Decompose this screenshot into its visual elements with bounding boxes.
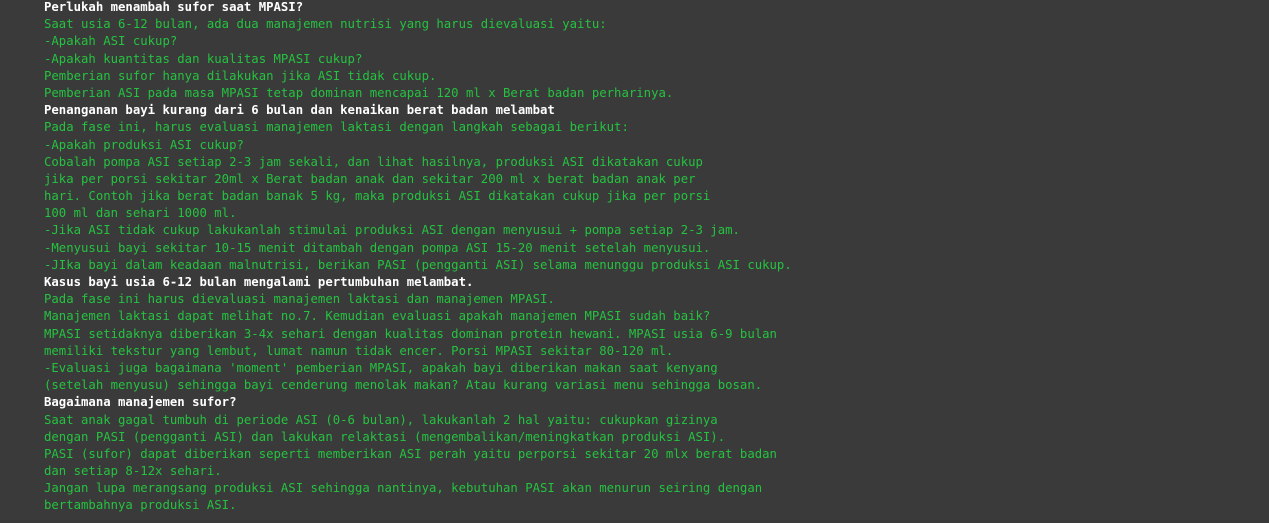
output-line: -Apakah ASI cukup?: [44, 34, 178, 49]
output-line: bertambahnya produksi ASI.: [44, 498, 237, 513]
output-line: -JIka bayi dalam keadaan malnutrisi, ber…: [44, 257, 792, 272]
output-line: MPASI setidaknya diberikan 3-4x sehari d…: [44, 326, 777, 341]
output-line: Jangan lupa merangsang produksi ASI sehi…: [44, 481, 763, 496]
console-output: Perlukah menambah sufor saat MPASI? Saat …: [44, 0, 1264, 515]
output-line: dan setiap 8-12x sehari.: [44, 464, 222, 479]
output-line: -Evaluasi juga bagaimana 'moment' pember…: [44, 360, 718, 375]
output-line: Pemberian ASI pada masa MPASI tetap domi…: [44, 85, 674, 100]
section-heading: Perlukah menambah sufor saat MPASI?: [44, 0, 304, 14]
output-line: Manajemen laktasi dapat melihat no.7. Ke…: [44, 309, 711, 324]
output-line: -Apakah kuantitas dan kualitas MPASI cuk…: [44, 51, 363, 66]
output-line: Pada fase ini, harus evaluasi manajemen …: [44, 120, 629, 135]
output-line: Cobalah pompa ASI setiap 2-3 jam sekali,…: [44, 154, 703, 169]
output-line: PASI (sufor) dapat diberikan seperti mem…: [44, 446, 777, 461]
output-line: -Menyusui bayi sekitar 10-15 menit ditam…: [44, 240, 711, 255]
section-heading: Bagaimana manajemen sufor?: [44, 395, 237, 410]
output-line: -Jika ASI tidak cukup lakukanlah stimula…: [44, 223, 740, 238]
output-line: Pemberian sufor hanya dilakukan jika ASI…: [44, 68, 437, 83]
output-line: -Apakah produksi ASI cukup?: [44, 137, 244, 152]
output-line: Saat anak gagal tumbuh di periode ASI (0…: [44, 412, 718, 427]
output-line: jika per porsi sekitar 20ml x Berat bada…: [44, 171, 696, 186]
output-line: Saat usia 6-12 bulan, ada dua manajemen …: [44, 17, 607, 32]
output-line: (setelah menyusu) sehingga bayi cenderun…: [44, 378, 763, 393]
section-heading: Kasus bayi usia 6-12 bulan mengalami per…: [44, 275, 474, 289]
output-line: 100 ml dan sehari 1000 ml.: [44, 206, 237, 221]
output-line: Pada fase ini harus dievaluasi manajemen…: [44, 292, 555, 307]
output-line: memiliki tekstur yang lembut, lumat namu…: [44, 343, 674, 358]
section-heading: Penanganan bayi kurang dari 6 bulan dan …: [44, 103, 555, 118]
output-line: hari. Contoh jika berat badan banak 5 kg…: [44, 189, 711, 204]
output-line: dengan PASI (pengganti ASI) dan lakukan …: [44, 429, 726, 444]
